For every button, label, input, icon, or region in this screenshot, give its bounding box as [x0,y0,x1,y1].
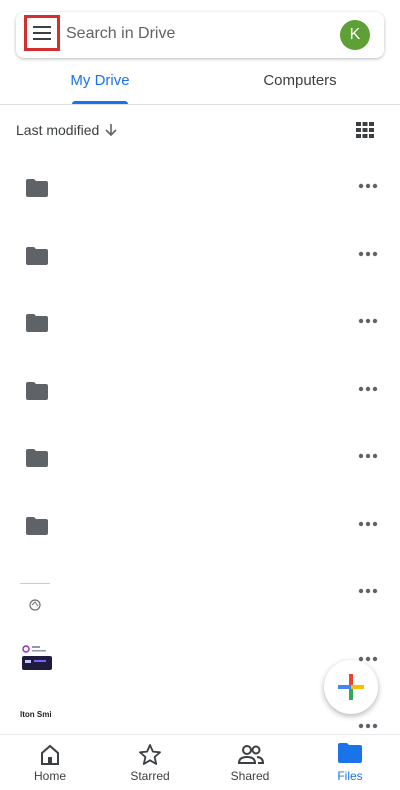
more-options-icon[interactable] [358,385,378,393]
folder-icon [26,516,48,535]
nav-home[interactable]: Home [0,735,100,790]
active-tab-indicator [72,101,128,104]
new-item-fab[interactable] [324,660,378,714]
menu-button[interactable] [24,15,60,51]
more-options-icon[interactable] [358,317,378,325]
sort-button[interactable]: Last modified [16,122,99,138]
more-options-icon[interactable] [358,722,378,730]
list-item[interactable] [0,557,400,625]
star-icon [139,744,161,765]
list-item[interactable] [0,422,400,490]
grid-view-icon[interactable] [356,122,374,138]
nav-starred[interactable]: Starred [100,735,200,790]
folder-icon [26,314,48,332]
hamburger-menu-icon [33,26,51,40]
list-item[interactable] [0,220,400,288]
nav-label: Starred [130,769,170,783]
home-icon [41,744,59,765]
list-item[interactable] [0,355,400,423]
image-thumbnail [22,644,52,670]
search-input[interactable]: Search in Drive [66,25,175,43]
nav-label: Home [33,769,66,783]
tab-label: My Drive [70,72,130,89]
tab-my-drive[interactable]: My Drive [0,62,200,104]
list-item[interactable] [0,490,400,558]
tab-computers[interactable]: Computers [200,62,400,104]
tab-label: Computers [263,72,337,89]
folder-icon [338,743,362,763]
nav-shared[interactable]: Shared [200,735,300,790]
folder-icon [26,449,48,467]
arrow-down-icon[interactable] [104,122,118,138]
drive-screen: Search in Drive K My Drive Computers Las… [0,0,400,790]
more-options-icon[interactable] [358,250,378,258]
drive-tabs: My Drive Computers [0,62,400,105]
folder-icon [26,246,48,265]
folder-icon [26,179,48,197]
sort-row: Last modified [0,112,400,148]
more-options-icon[interactable] [358,182,378,190]
image-thumbnail: lton Smi [20,710,60,730]
more-options-icon[interactable] [358,452,378,460]
folder-icon [26,381,48,400]
image-thumbnail [20,583,50,611]
people-icon [238,745,264,764]
list-item[interactable] [0,287,400,355]
more-options-icon[interactable] [358,587,378,595]
more-options-icon[interactable] [358,520,378,528]
list-item[interactable] [0,152,400,220]
thumbnail-text: lton Smi [20,710,52,719]
nav-label: Files [337,769,363,783]
search-bar[interactable]: Search in Drive K [16,12,384,58]
nav-label: Shared [230,769,270,783]
nav-files[interactable]: Files [300,735,400,790]
plus-icon [338,674,364,700]
bottom-navigation: Home Starred Shared Files [0,734,400,790]
account-avatar[interactable]: K [340,20,370,50]
